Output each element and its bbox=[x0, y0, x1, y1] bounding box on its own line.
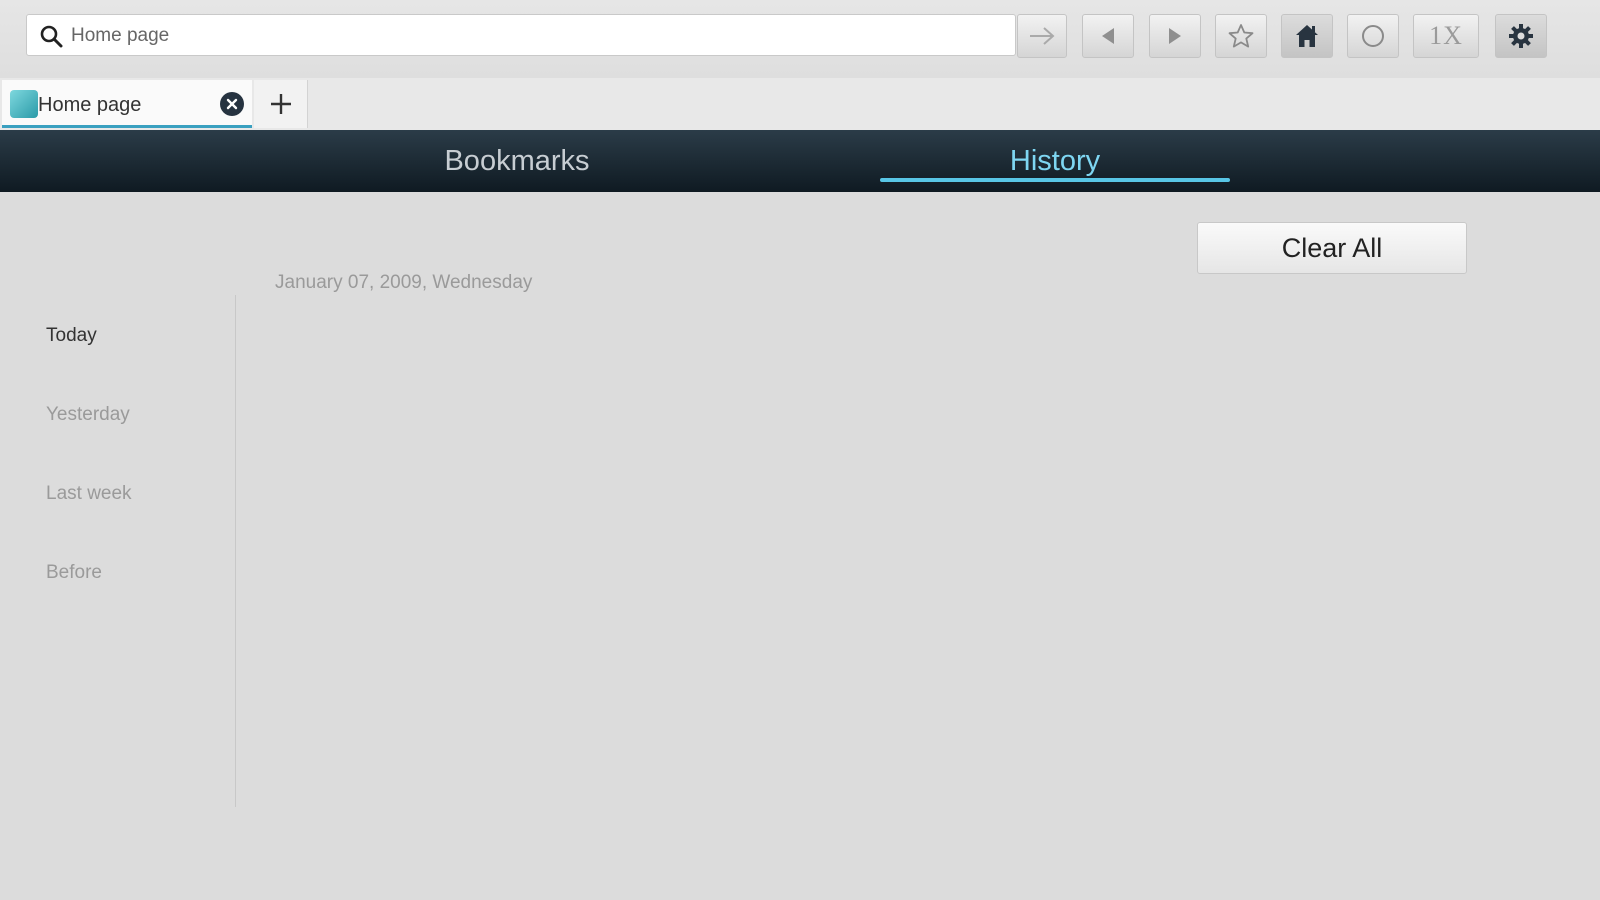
close-icon bbox=[226, 98, 238, 110]
tab-bookmarks[interactable]: Bookmarks bbox=[345, 130, 689, 192]
tab-history[interactable]: History bbox=[883, 130, 1227, 192]
go-button[interactable] bbox=[1017, 14, 1067, 58]
url-input[interactable] bbox=[69, 19, 1003, 53]
circle-icon bbox=[1362, 25, 1384, 47]
period-today[interactable]: Today bbox=[46, 325, 97, 347]
forward-icon bbox=[1169, 28, 1181, 44]
zoom-button[interactable]: 1X bbox=[1413, 14, 1479, 58]
history-date-heading: January 07, 2009, Wednesday bbox=[275, 272, 533, 293]
bookmark-star-button[interactable] bbox=[1215, 14, 1267, 58]
period-last-week[interactable]: Last week bbox=[46, 483, 132, 505]
search-icon bbox=[40, 25, 63, 48]
address-bar[interactable] bbox=[26, 14, 1016, 56]
clear-all-button[interactable]: Clear All bbox=[1197, 222, 1467, 274]
library-nav: Bookmarks History bbox=[0, 130, 1600, 192]
close-tab-button[interactable] bbox=[220, 92, 244, 116]
tab-title: Home page bbox=[38, 94, 142, 116]
back-button[interactable] bbox=[1082, 14, 1134, 58]
browser-toolbar: 1X bbox=[0, 0, 1600, 78]
active-tab-indicator bbox=[880, 178, 1230, 182]
new-tab-button[interactable] bbox=[254, 80, 308, 128]
period-yesterday[interactable]: Yesterday bbox=[46, 404, 130, 426]
gear-icon bbox=[1509, 24, 1533, 48]
tab-strip: Home page bbox=[0, 78, 1600, 130]
zoom-label: 1X bbox=[1429, 21, 1463, 50]
sidebar-divider bbox=[235, 295, 236, 807]
settings-button[interactable] bbox=[1495, 14, 1547, 58]
period-before[interactable]: Before bbox=[46, 562, 102, 584]
reload-button[interactable] bbox=[1347, 14, 1399, 58]
back-icon bbox=[1102, 28, 1114, 44]
home-button[interactable] bbox=[1281, 14, 1333, 58]
plus-icon bbox=[270, 94, 291, 114]
star-icon bbox=[1228, 24, 1254, 48]
page-favicon-icon bbox=[10, 90, 38, 118]
browser-tab[interactable]: Home page bbox=[2, 80, 252, 128]
home-icon bbox=[1296, 25, 1318, 47]
go-arrow-icon bbox=[1030, 27, 1055, 45]
forward-button[interactable] bbox=[1149, 14, 1201, 58]
